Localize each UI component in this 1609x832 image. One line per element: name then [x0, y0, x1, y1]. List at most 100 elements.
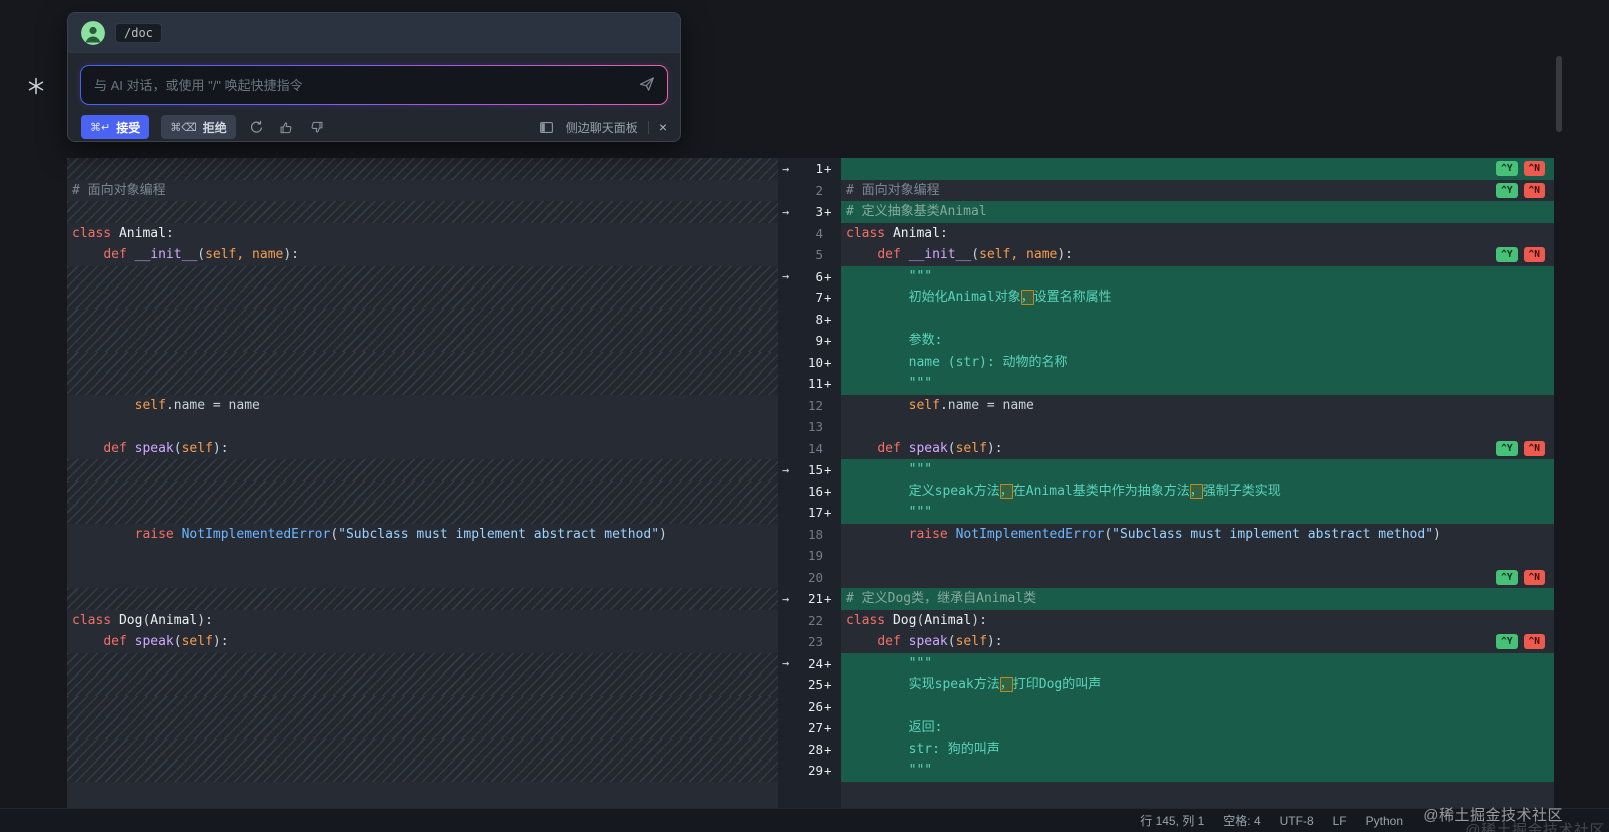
- added-code-line[interactable]: [841, 309, 1554, 331]
- hunk-reject-button[interactable]: ^N: [1524, 634, 1545, 649]
- alignment-placeholder-line[interactable]: [67, 373, 778, 395]
- alignment-placeholder-line[interactable]: [67, 352, 778, 374]
- scrollbar-thumb[interactable]: [1556, 56, 1562, 132]
- alignment-placeholder-line[interactable]: [67, 309, 778, 331]
- original-code-pane[interactable]: # 面向对象编程 class Animal: def __init__(self,…: [67, 158, 778, 808]
- original-code-line[interactable]: [67, 567, 778, 589]
- original-code-line[interactable]: [67, 416, 778, 438]
- modified-code-pane[interactable]: ^Y^N# 面向对象编程^Y^N# 定义抽象基类Animalclass Anim…: [841, 158, 1554, 808]
- reject-button[interactable]: ⌘⌫ 拒绝: [161, 115, 236, 139]
- hunk-reject-button[interactable]: ^N: [1524, 161, 1545, 176]
- alignment-placeholder-line[interactable]: [67, 459, 778, 481]
- hunk-accept-button[interactable]: ^Y: [1496, 570, 1517, 585]
- original-code-line[interactable]: class Animal:: [67, 223, 778, 245]
- added-indicator: +: [823, 161, 835, 176]
- original-code-line[interactable]: def __init__(self, name):: [67, 244, 778, 266]
- original-code-line[interactable]: self.name = name: [67, 395, 778, 417]
- added-code-line[interactable]: """: [841, 502, 1554, 524]
- added-code-line[interactable]: """: [841, 373, 1554, 395]
- modified-code-line[interactable]: self.name = name: [841, 395, 1554, 417]
- modified-code-line[interactable]: # 面向对象编程^Y^N: [841, 180, 1554, 202]
- modified-code-line[interactable]: class Animal:: [841, 223, 1554, 245]
- added-code-line[interactable]: ^Y ^N: [841, 158, 1554, 180]
- hunk-accept-button[interactable]: ^Y: [1496, 247, 1517, 262]
- thumbs-down-button[interactable]: [308, 118, 326, 136]
- alignment-placeholder-line[interactable]: [67, 717, 778, 739]
- added-code-line[interactable]: 定义speak方法，在Animal基类中作为抽象方法，强制子类实现: [841, 481, 1554, 503]
- hunk-accept-button[interactable]: ^Y: [1496, 441, 1517, 456]
- code-token: [846, 634, 877, 649]
- alignment-placeholder-line[interactable]: [67, 653, 778, 675]
- alignment-placeholder-line[interactable]: [67, 739, 778, 761]
- chat-input[interactable]: [81, 66, 667, 104]
- language-mode[interactable]: Python: [1366, 814, 1403, 828]
- alignment-placeholder-line[interactable]: [67, 201, 778, 223]
- alignment-placeholder-line[interactable]: [67, 502, 778, 524]
- thumbs-up-button[interactable]: [278, 118, 296, 136]
- alignment-placeholder-line[interactable]: [67, 158, 778, 180]
- alignment-placeholder-line[interactable]: [67, 696, 778, 718]
- original-code-line[interactable]: [67, 545, 778, 567]
- regenerate-button[interactable]: [248, 118, 266, 136]
- hunk-accept-button[interactable]: ^Y: [1496, 161, 1517, 176]
- added-indicator: +: [823, 462, 835, 477]
- hunk-reject-button[interactable]: ^N: [1524, 441, 1545, 456]
- line-number: 26: [797, 699, 823, 714]
- added-code-line[interactable]: name (str): 动物的名称: [841, 352, 1554, 374]
- alignment-placeholder-line[interactable]: [67, 287, 778, 309]
- hunk-accept-button[interactable]: ^Y: [1496, 634, 1517, 649]
- code-token: (: [948, 441, 956, 456]
- alignment-placeholder-line[interactable]: [67, 266, 778, 288]
- added-code-line[interactable]: 初始化Animal对象，设置名称属性: [841, 287, 1554, 309]
- hunk-accept-button[interactable]: ^Y: [1496, 183, 1517, 198]
- added-code-line[interactable]: 返回:: [841, 717, 1554, 739]
- command-chip[interactable]: /doc: [115, 23, 162, 43]
- added-code-line[interactable]: """: [841, 760, 1554, 782]
- added-code-line[interactable]: [841, 696, 1554, 718]
- added-code-line[interactable]: 实现speak方法，打印Dog的叫声: [841, 674, 1554, 696]
- modified-code-line[interactable]: ^Y ^N: [841, 567, 1554, 589]
- gutter-line: 18: [778, 524, 841, 546]
- hunk-reject-button[interactable]: ^N: [1524, 570, 1545, 585]
- alignment-placeholder-line[interactable]: [67, 588, 778, 610]
- alignment-placeholder-line[interactable]: [67, 674, 778, 696]
- cursor-position[interactable]: 行 145, 列 1: [1140, 812, 1204, 829]
- alignment-placeholder-line[interactable]: [67, 330, 778, 352]
- modified-code-line[interactable]: def speak(self):^Y^N: [841, 438, 1554, 460]
- modified-code-line[interactable]: [841, 545, 1554, 567]
- eol-setting[interactable]: LF: [1333, 814, 1347, 828]
- added-indicator: +: [823, 699, 835, 714]
- indentation-setting[interactable]: 空格: 4: [1223, 812, 1260, 829]
- accept-button[interactable]: ⌘↵ 接受: [81, 115, 149, 139]
- send-button[interactable]: [638, 76, 656, 94]
- added-code-line[interactable]: """: [841, 459, 1554, 481]
- code-token: Animal: [150, 613, 197, 628]
- alignment-placeholder-line[interactable]: [67, 760, 778, 782]
- code-token: def: [877, 441, 908, 456]
- modified-code-line[interactable]: def speak(self):^Y^N: [841, 631, 1554, 653]
- hunk-reject-button[interactable]: ^N: [1524, 247, 1545, 262]
- modified-code-line[interactable]: class Dog(Animal):: [841, 610, 1554, 632]
- line-number: 16: [797, 484, 823, 499]
- added-code-line[interactable]: # 定义Dog类，继承自Animal类: [841, 588, 1554, 610]
- added-code-line[interactable]: # 定义抽象基类Animal: [841, 201, 1554, 223]
- modified-code-line[interactable]: def __init__(self, name):^Y^N: [841, 244, 1554, 266]
- modified-code-line[interactable]: raise NotImplementedError("Subclass must…: [841, 524, 1554, 546]
- encoding[interactable]: UTF-8: [1280, 814, 1314, 828]
- hunk-reject-button[interactable]: ^N: [1524, 183, 1545, 198]
- close-button[interactable]: ×: [659, 119, 667, 135]
- alignment-placeholder-line[interactable]: [67, 481, 778, 503]
- added-code-line[interactable]: str: 狗的叫声: [841, 739, 1554, 761]
- modified-code-line[interactable]: [841, 416, 1554, 438]
- inline-chat-trigger-icon[interactable]: [27, 77, 45, 95]
- original-code-line[interactable]: # 面向对象编程: [67, 180, 778, 202]
- original-code-line[interactable]: class Dog(Animal):: [67, 610, 778, 632]
- original-code-line[interactable]: def speak(self):: [67, 438, 778, 460]
- added-code-line[interactable]: 参数:: [841, 330, 1554, 352]
- added-code-line[interactable]: """: [841, 266, 1554, 288]
- original-code-line[interactable]: def speak(self):: [67, 631, 778, 653]
- added-code-line[interactable]: """: [841, 653, 1554, 675]
- original-code-line[interactable]: raise NotImplementedError("Subclass must…: [67, 524, 778, 546]
- side-panel-label[interactable]: 侧边聊天面板: [566, 119, 638, 136]
- added-indicator: +: [823, 204, 835, 219]
